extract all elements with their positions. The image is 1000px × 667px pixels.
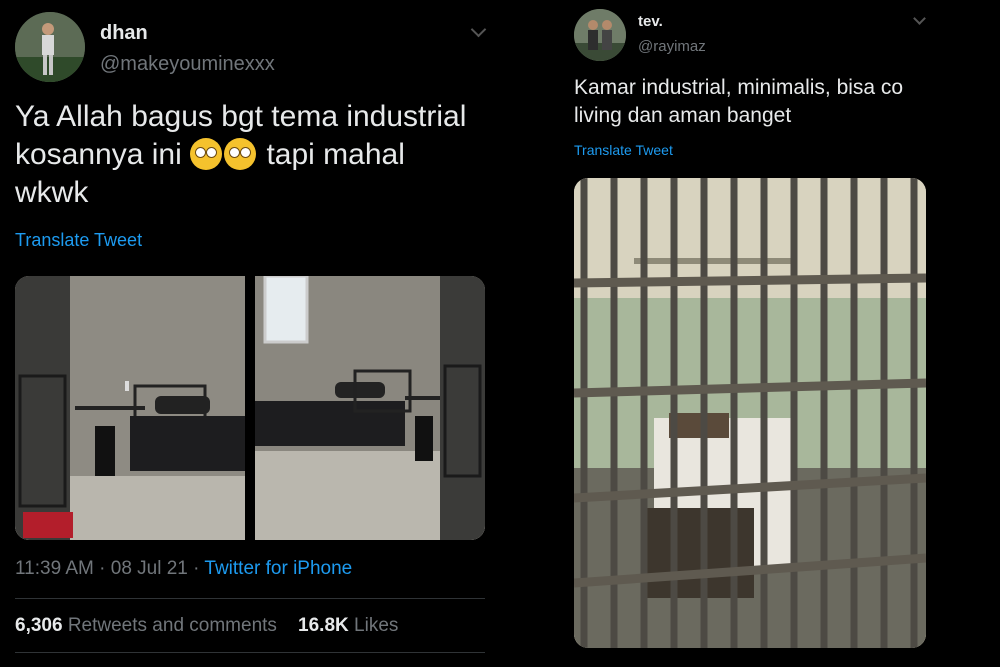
handle[interactable]: @rayimaz bbox=[638, 38, 706, 55]
tweet-meta: 11:39 AM · 08 Jul 21 · Twitter for iPhon… bbox=[15, 558, 352, 580]
face-with-rolling-eyes-icon bbox=[190, 138, 223, 170]
tweet-left: dhan @makeyouminexxx Ya Allah bagus bgt … bbox=[0, 0, 500, 667]
tweet-media[interactable] bbox=[15, 276, 485, 540]
retweets-count[interactable]: 6,306 bbox=[15, 615, 63, 636]
likes-count[interactable]: 16.8K bbox=[298, 615, 349, 636]
display-name[interactable]: tev. bbox=[638, 13, 663, 30]
room-photo-2[interactable] bbox=[255, 276, 485, 540]
prison-cell-photo[interactable] bbox=[574, 178, 926, 648]
tweet-text: Ya Allah bagus bgt tema industrial kosan… bbox=[15, 98, 485, 212]
chevron-down-icon[interactable] bbox=[470, 21, 487, 38]
room-photo-1[interactable] bbox=[15, 276, 245, 540]
divider bbox=[15, 652, 485, 653]
tweet-text: Kamar industrial, minimalis, bisa co liv… bbox=[574, 76, 904, 127]
likes-label[interactable]: Likes bbox=[354, 615, 398, 636]
tweet-source[interactable]: Twitter for iPhone bbox=[204, 558, 352, 579]
handle[interactable]: @makeyouminexxx bbox=[100, 53, 275, 76]
tweet-timestamp[interactable]: 11:39 AM · 08 Jul 21 · bbox=[15, 558, 204, 579]
avatar[interactable] bbox=[15, 12, 85, 82]
translate-tweet-link[interactable]: Translate Tweet bbox=[15, 230, 142, 251]
tweet-media[interactable] bbox=[574, 178, 926, 648]
face-with-rolling-eyes-icon bbox=[224, 138, 257, 170]
chevron-down-icon[interactable] bbox=[913, 12, 926, 25]
avatar[interactable] bbox=[574, 9, 626, 61]
translate-tweet-link[interactable]: Translate Tweet bbox=[574, 142, 673, 158]
tweet-stats: 6,306 Retweets and comments 16.8K Likes bbox=[15, 615, 398, 637]
retweets-label[interactable]: Retweets and comments bbox=[68, 615, 277, 636]
divider bbox=[15, 598, 485, 599]
display-name[interactable]: dhan bbox=[100, 22, 148, 45]
